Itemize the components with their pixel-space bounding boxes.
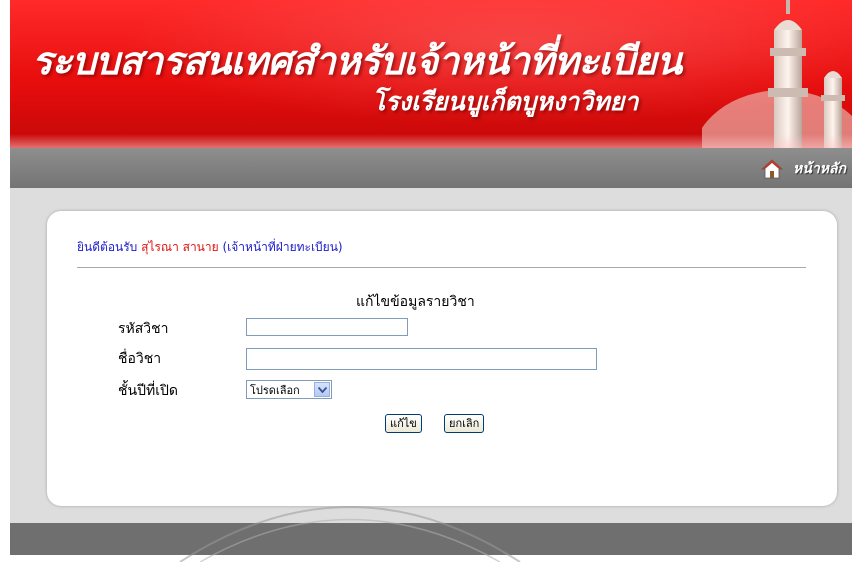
logged-in-user-name: สุไรณา สานาย	[141, 240, 219, 254]
home-link[interactable]: หน้าหลัก	[761, 158, 846, 180]
grade-level-selected: โปรดเลือก	[250, 383, 300, 397]
header-banner: ระบบสารสนเทศสำหรับเจ้าหน้าที่ทะเบียน โรง…	[10, 0, 852, 148]
home-label: หน้าหลัก	[793, 161, 846, 177]
user-role: (เจ้าหน้าที่ฝ่ายทะเบียน)	[222, 240, 343, 254]
course-code-input[interactable]	[246, 318, 408, 336]
course-name-input[interactable]	[246, 348, 597, 370]
chevron-down-icon[interactable]	[314, 382, 330, 397]
top-nav-bar: หน้าหลัก	[10, 148, 852, 188]
seal-watermark	[179, 506, 521, 562]
grade-level-label: ชั้นปีที่เปิด	[118, 383, 178, 399]
school-name: โรงเรียนบูเก็ตบูหงาวิทยา	[372, 87, 639, 116]
submit-edit-button[interactable]: แก้ไข	[385, 414, 422, 433]
welcome-prefix: ยินดีต้อนรับ	[77, 240, 138, 254]
home-icon	[761, 159, 784, 179]
course-name-label: ชื่อวิชา	[118, 351, 162, 367]
grade-level-select[interactable]: โปรดเลือก	[246, 380, 332, 399]
welcome-divider	[77, 267, 806, 268]
mosque-minaret-illustration	[702, 0, 852, 148]
banner-fade	[10, 134, 852, 148]
course-code-label: รหัสวิชา	[118, 321, 169, 337]
form-title: แก้ไขข้อมูลรายวิชา	[356, 294, 475, 310]
welcome-message: ยินดีต้อนรับ สุไรณา สานาย (เจ้าหน้าที่ฝ่…	[77, 238, 343, 257]
cancel-button[interactable]: ยกเลิก	[444, 414, 485, 433]
